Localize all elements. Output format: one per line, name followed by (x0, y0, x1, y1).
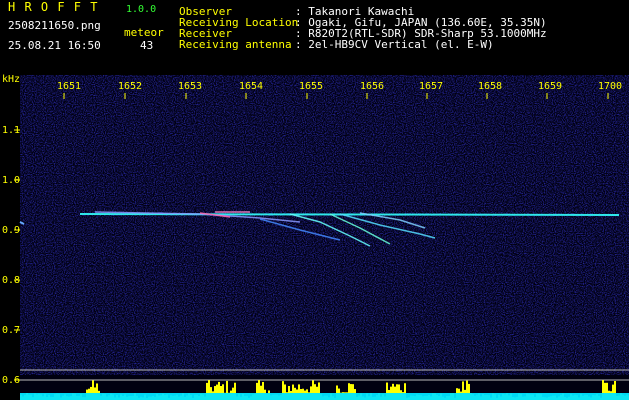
x-tick-label: 1659 (538, 81, 563, 92)
y-tick-label: 0.8 (2, 275, 21, 286)
y-tick-label: 1.1 (2, 125, 21, 136)
y-tick-label: 0.9 (2, 225, 21, 236)
y-unit-label: kHz (2, 74, 21, 85)
x-tick-label: 1657 (419, 81, 444, 92)
y-axis-ticks (14, 129, 20, 381)
y-tick-label: 0.7 (2, 325, 21, 336)
x-tick-label: 1652 (118, 81, 143, 92)
x-tick-label: 1654 (239, 81, 264, 92)
spectrogram (14, 75, 629, 400)
carrier-trace (79, 213, 620, 216)
y-tick-label: 1.0 (2, 175, 21, 186)
y-tick-label: 0.6 (2, 375, 21, 386)
level-baseline (20, 393, 629, 400)
x-tick-label: 1700 (598, 81, 623, 92)
x-tick-label: 1653 (178, 81, 203, 92)
x-tick-label: 1651 (57, 81, 82, 92)
x-tick-label: 1656 (360, 81, 385, 92)
x-tick-label: 1658 (478, 81, 503, 92)
spectrogram-noise (20, 75, 629, 375)
x-tick-label: 1655 (299, 81, 324, 92)
